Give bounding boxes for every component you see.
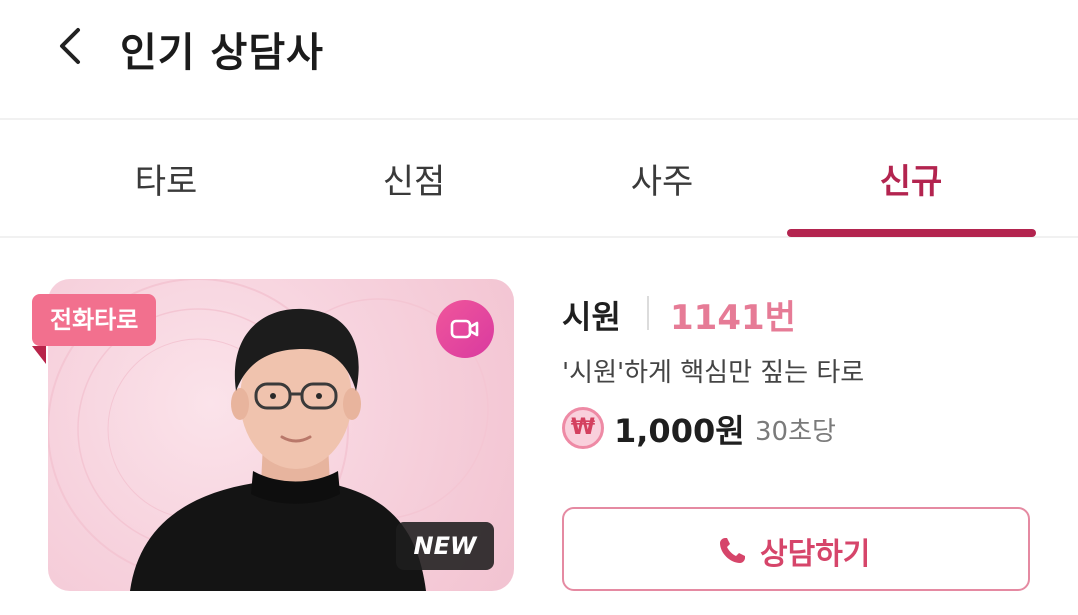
- phone-icon: [720, 538, 745, 563]
- header: 인기 상담사: [0, 0, 1078, 120]
- badge-ribbon-fold: [32, 346, 46, 364]
- consult-button[interactable]: 상담하기: [562, 507, 1030, 591]
- counselor-name: 시원: [562, 298, 621, 336]
- tab-sinjeom[interactable]: 신점: [290, 154, 538, 203]
- name-divider: [647, 296, 649, 330]
- page-title: 인기 상담사: [120, 30, 324, 76]
- video-call-button[interactable]: [436, 300, 494, 358]
- active-tab-indicator: [787, 229, 1036, 237]
- tab-saju[interactable]: 사주: [538, 154, 786, 203]
- counselor-number: 1141번: [670, 298, 796, 338]
- consult-button-label: 상담하기: [760, 537, 871, 572]
- new-badge: NEW: [396, 522, 494, 570]
- tab-tarot[interactable]: 타로: [42, 154, 290, 203]
- counselor-description: '시원'하게 핵심만 짚는 타로: [562, 358, 865, 388]
- back-button[interactable]: [48, 22, 94, 70]
- call-tarot-badge: 전화타로: [32, 294, 157, 346]
- tab-new[interactable]: 신규: [787, 154, 1035, 203]
- won-symbol: ₩: [570, 415, 596, 440]
- chevron-left-icon: [60, 28, 80, 64]
- video-camera-icon: [450, 319, 479, 339]
- won-coin-icon: ₩: [562, 407, 604, 449]
- price-unit: 30초당: [755, 417, 836, 447]
- category-tabs: 타로 신점 사주 신규: [0, 122, 1078, 238]
- price-value: 1,000원: [614, 412, 745, 450]
